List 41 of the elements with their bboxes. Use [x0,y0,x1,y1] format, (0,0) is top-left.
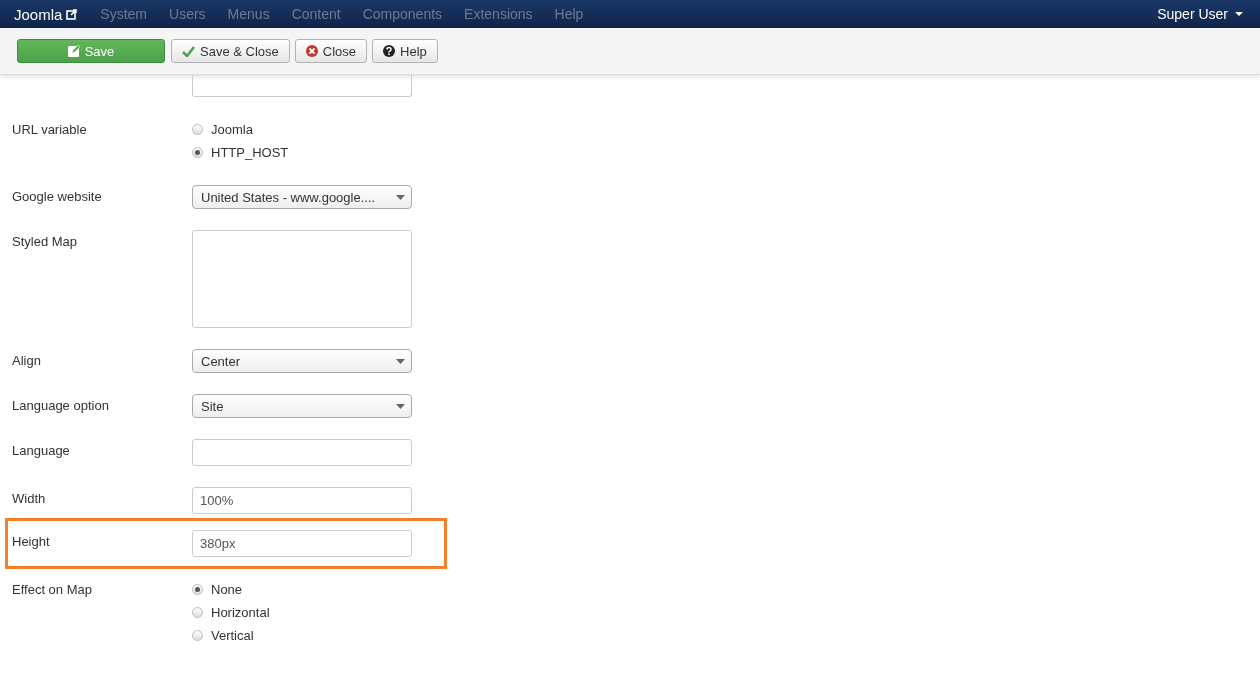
textarea-field[interactable] [192,75,412,97]
radio-button[interactable] [192,584,203,595]
input-field[interactable]: 380px [192,530,412,557]
user-menu[interactable]: Super User [1157,6,1243,22]
radio-button[interactable] [192,147,203,158]
help-button[interactable]: Help [372,39,438,63]
dropdown-select[interactable]: Site [192,394,412,418]
edit-icon [67,45,80,57]
field-label: Google website [12,188,103,206]
help-icon [383,45,395,57]
field-label: Language [12,442,71,460]
radio-label[interactable]: None [211,582,243,597]
close-icon [305,45,318,57]
field-label: Height [12,533,51,551]
radio-label[interactable]: Horizontal [211,605,270,620]
caret-icon [1235,12,1243,16]
field-label: Styled Map [12,233,79,251]
caret-icon [396,403,405,409]
radio-button[interactable] [192,607,203,618]
input-field[interactable] [192,439,412,466]
caret-icon [396,194,405,200]
close-button[interactable]: Close [294,39,367,63]
input-field[interactable]: 100% [192,487,412,514]
field-label: Align [12,352,42,370]
caret-icon [396,358,405,364]
radio-label[interactable]: Vertical [211,628,254,643]
checkmark-icon [182,45,195,57]
textarea-field[interactable] [192,230,412,328]
save-close-button[interactable]: Save & Close [171,39,290,63]
dropdown-select[interactable]: United States - www.google.... [192,185,412,209]
radio-label[interactable]: Joomla [211,122,253,137]
radio-button[interactable] [192,124,203,135]
field-label: Effect on Map [12,581,93,599]
dropdown-select[interactable]: Center [192,349,412,373]
radio-label[interactable]: HTTP_HOST [211,145,289,160]
field-label: Width [12,490,47,508]
radio-button[interactable] [192,630,203,641]
brand-link[interactable]: Joomla [14,5,78,23]
field-label: Language option [12,397,110,415]
field-label: URL variable [12,121,88,139]
external-link-icon [66,8,78,20]
